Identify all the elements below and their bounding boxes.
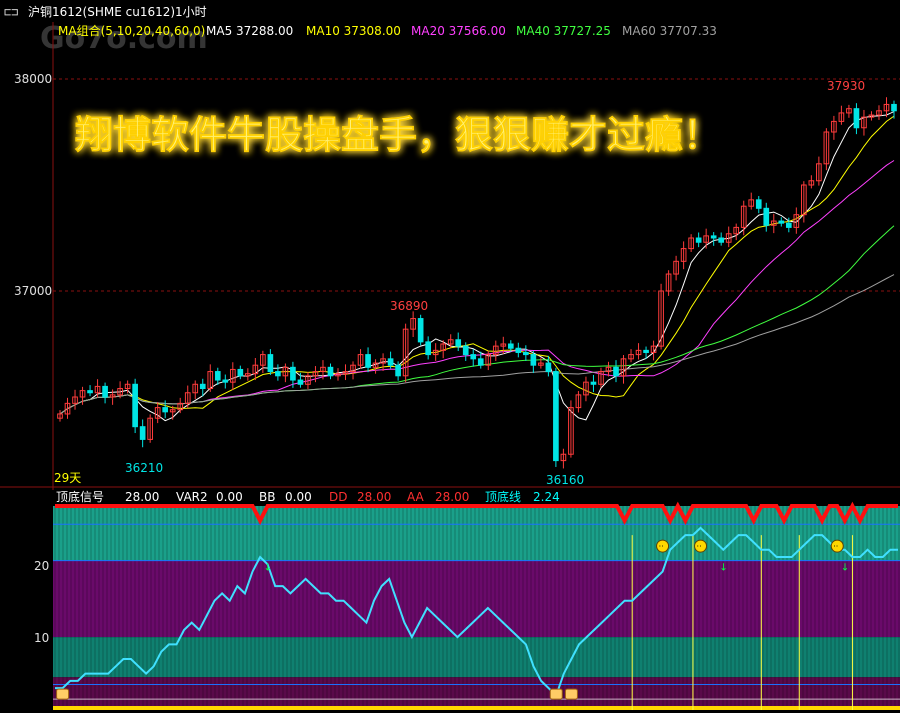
candle-down xyxy=(695,237,702,243)
low-label-36160: 36160 xyxy=(546,473,584,487)
ma10-line xyxy=(59,115,895,415)
low-label-36210: 36210 xyxy=(125,461,163,475)
candle-down xyxy=(102,385,108,398)
candle-down xyxy=(417,318,424,343)
candle-down xyxy=(214,371,221,381)
candle-down xyxy=(515,347,522,353)
candle-down xyxy=(763,207,770,226)
bottom-signal-thumb-icon xyxy=(549,688,563,700)
candle-down xyxy=(199,383,206,390)
indicator-field-label: VAR2 xyxy=(176,490,208,504)
bottom-signal-thumb-icon xyxy=(564,688,578,700)
candle-down xyxy=(365,354,371,368)
candle-down xyxy=(455,339,462,347)
high-label-37930: 37930 xyxy=(827,79,865,93)
indicator-field-label: BB xyxy=(259,490,275,504)
candle-down xyxy=(545,362,552,373)
candle-down xyxy=(327,366,334,377)
window-menu-icon[interactable]: ⊏⊐ xyxy=(4,5,18,19)
candle-down xyxy=(162,407,169,413)
indicator-tick-label: 20 xyxy=(34,559,49,573)
ma-legend-group: MA组合(5,10,20,40,60,0) xyxy=(58,23,205,38)
candle-down xyxy=(477,358,484,366)
smiley-face-glyph: ·· xyxy=(659,542,664,551)
candle-down xyxy=(425,341,431,356)
indicator-field-label: AA xyxy=(407,490,425,504)
candle-down xyxy=(87,390,93,394)
indicator-name: 顶底信号 xyxy=(56,489,104,504)
ma40-legend: MA40 37727.25 xyxy=(516,24,611,38)
down-arrow-icon: ↓ xyxy=(719,563,727,574)
promo-banner: 翔博软件牛股操盘手，狠狠赚才过瘾！ xyxy=(75,112,721,157)
candle-down xyxy=(237,368,244,377)
ma20-legend: MA20 37566.00 xyxy=(411,24,506,38)
ma60-legend: MA60 37707.33 xyxy=(622,24,717,38)
candle-down xyxy=(139,426,146,440)
candle-down xyxy=(132,383,138,428)
candle-down xyxy=(470,354,477,360)
down-arrow-icon: ↓ xyxy=(264,563,272,574)
candle-down xyxy=(553,371,559,462)
ma20-line xyxy=(59,160,895,415)
candle-down xyxy=(590,381,597,385)
indicator-field-value: 2.24 xyxy=(533,490,560,504)
down-arrow-icon: ↓ xyxy=(841,563,849,574)
high-label-36890: 36890 xyxy=(390,299,428,313)
candle-down xyxy=(785,222,792,228)
bottom-signal-thumb-icon xyxy=(56,688,70,700)
zone-lower-mid xyxy=(53,637,900,678)
candle-down xyxy=(778,220,785,224)
indicator-pane: ·· ·· ·· ↓ ↓ ↓ xyxy=(53,501,900,710)
price-tick-label: 38000 xyxy=(14,72,52,86)
candle-down xyxy=(643,349,649,353)
smiley-face-glyph: ·· xyxy=(697,542,702,551)
indicator-field-value: 0.00 xyxy=(285,490,312,504)
indicator-field-value: 28.00 xyxy=(435,490,469,504)
candle-down xyxy=(613,366,619,377)
candle-down xyxy=(718,237,725,243)
indicator-baseline xyxy=(53,706,900,710)
period-days-label: 29天 xyxy=(54,471,81,485)
candle-down xyxy=(523,351,529,356)
smiley-face-glyph: ·· xyxy=(833,542,838,551)
candle-down xyxy=(222,379,229,383)
zone-upper-mid xyxy=(53,560,900,638)
candle-down xyxy=(387,358,394,366)
indicator-header: 顶底信号 28.00 VAR2 0.00 BB 0.00 DD 28.00 AA… xyxy=(56,489,560,504)
ma10-legend: MA10 37308.00 xyxy=(306,24,401,38)
moving-average-lines xyxy=(59,111,895,422)
candle-down xyxy=(275,371,281,377)
candle-down xyxy=(530,354,537,366)
candle-down xyxy=(395,364,401,377)
candle-down xyxy=(297,379,304,385)
indicator-field-value: 28.00 xyxy=(357,490,391,504)
kline-chart[interactable]: ⊏⊐ 沪铜1612(SHME cu1612)1小时 Go7o.com 38000… xyxy=(0,0,900,713)
candle-down xyxy=(462,345,469,356)
indicator-field-label: DD xyxy=(329,490,347,504)
zone-bottom xyxy=(53,677,900,710)
indicator-tick-label: 10 xyxy=(34,631,49,645)
candle-down xyxy=(290,366,296,381)
candle-down xyxy=(891,103,897,112)
ma40-line xyxy=(59,225,895,415)
candle-down xyxy=(755,199,762,209)
window-title: 沪铜1612(SHME cu1612)1小时 xyxy=(28,4,207,19)
price-tick-label: 37000 xyxy=(14,284,52,298)
candle-down xyxy=(507,343,514,349)
ma5-legend: MA5 37288.00 xyxy=(206,24,293,38)
candle-down xyxy=(267,354,274,373)
indicator-field-label: 顶底线 xyxy=(485,489,521,504)
candle-down xyxy=(710,235,717,239)
candle-down xyxy=(853,108,860,129)
indicator-field-value: 0.00 xyxy=(216,490,243,504)
ma5-line xyxy=(59,111,895,422)
indicator-value: 28.00 xyxy=(125,490,159,504)
